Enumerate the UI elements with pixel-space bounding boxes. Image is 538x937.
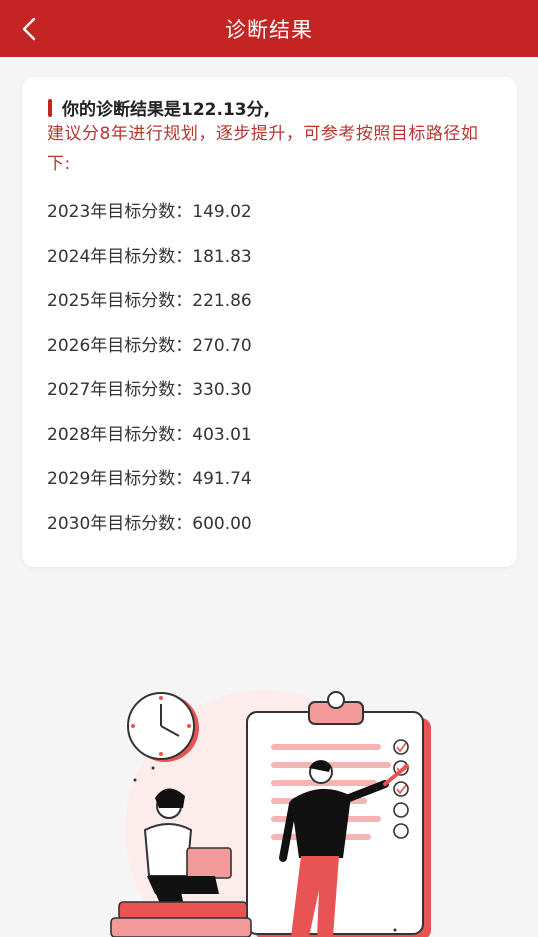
target-list: 2023年目标分数：149.02 2024年目标分数：181.83 2025年目… [47,197,487,553]
target-row: 2030年目标分数：600.00 [47,513,252,534]
target-row: 2023年目标分数：149.02 [47,202,252,222]
clock-icon [127,692,199,762]
target-row: 2024年目标分数：181.83 [47,246,252,267]
target-row: 2026年目标分数：270.70 [47,335,252,356]
target-row: 2027年目标分数：330.30 [47,380,252,400]
target-row: 2028年目标分数：403.01 [47,424,252,445]
top-navigation-bar: 诊断结果 [0,0,538,57]
back-button[interactable] [14,14,44,44]
result-headline: 你的诊断结果是122.13分, [48,95,497,120]
headline-text: 你的诊断结果是122.13分, [62,100,271,120]
headline-accent-bar [48,98,52,117]
result-card: 你的诊断结果是122.13分, 建议分8年进行规划，逐步提升，可参考按照目标路径… [22,77,517,567]
planning-illustration [95,680,455,937]
target-row: 2025年目标分数：221.86 [47,291,252,311]
book-stack [110,901,252,937]
advice-text: 建议分8年进行规划，逐步提升，可参考按照目标路径如下: [47,124,479,174]
target-row: 2029年目标分数：491.74 [47,469,252,489]
page-title: 诊断结果 [225,17,313,42]
chevron-left-icon [22,17,36,41]
